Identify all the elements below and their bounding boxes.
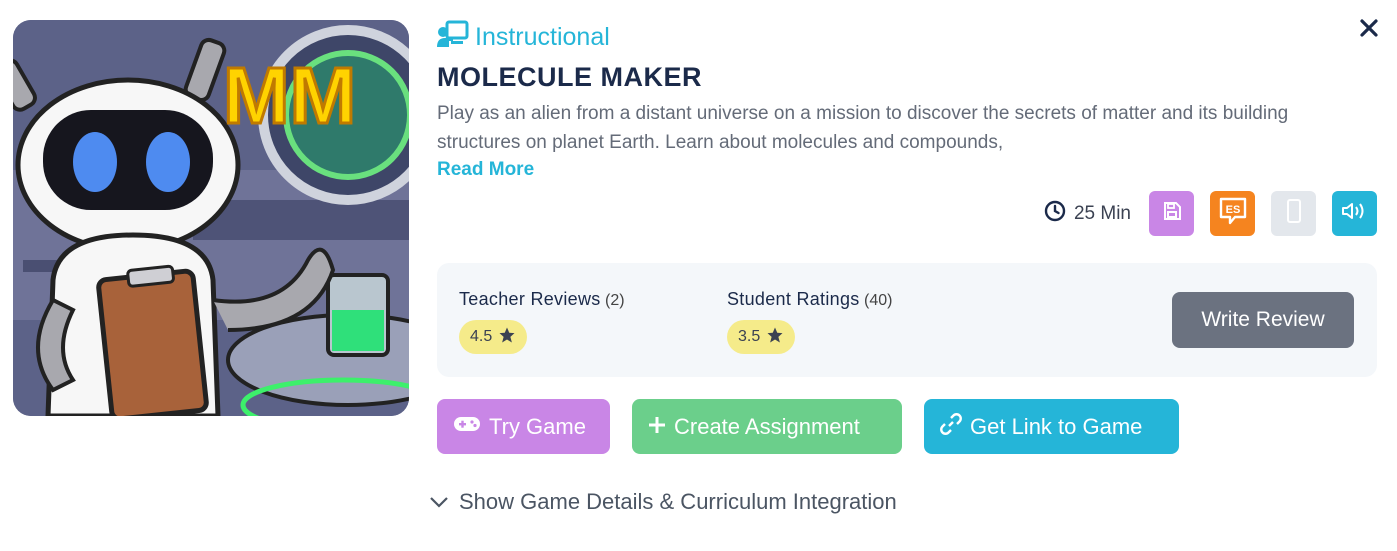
show-details-toggle[interactable]: Show Game Details & Curriculum Integrati…: [429, 489, 897, 515]
gamepad-icon: [453, 414, 481, 440]
write-review-button[interactable]: Write Review: [1172, 292, 1354, 348]
mobile-feature-badge: [1271, 191, 1316, 236]
teacher-board-icon: [437, 20, 469, 55]
audio-icon: [1341, 200, 1369, 227]
link-icon: [940, 412, 962, 441]
read-more-link[interactable]: Read More: [437, 159, 534, 181]
student-rating-badge: 3.5: [727, 320, 796, 354]
duration: 25 Min: [1044, 200, 1131, 228]
close-icon[interactable]: [1357, 16, 1381, 40]
teacher-reviews-label: Teacher Reviews: [459, 289, 601, 309]
mobile-icon: [1286, 199, 1302, 228]
chevron-down-icon: [429, 489, 449, 515]
spanish-feature-badge: ES: [1210, 191, 1255, 236]
try-game-button[interactable]: Try Game: [437, 399, 610, 454]
save-icon: [1161, 200, 1183, 227]
show-details-label: Show Game Details & Curriculum Integrati…: [459, 489, 897, 514]
audio-feature-badge: [1332, 191, 1377, 236]
game-description: Play as an alien from a distant universe…: [437, 103, 1289, 153]
star-icon: [498, 326, 516, 349]
reviews-panel: Teacher Reviews (2) 4.5 Student Ratings …: [437, 263, 1377, 377]
game-title: MOLECULE MAKER: [437, 62, 702, 92]
es-label: ES: [1225, 204, 1240, 216]
game-thumbnail: MM: [13, 20, 409, 416]
thumbnail-logo-text: MM: [223, 51, 356, 140]
get-link-button[interactable]: Get Link to Game: [924, 399, 1179, 454]
game-detail-modal: MM Instructional MOLECULE MAKER Play as …: [0, 0, 1397, 551]
teacher-reviews: Teacher Reviews (2) 4.5: [459, 289, 625, 354]
clock-icon: [1044, 200, 1066, 228]
teacher-rating-value: 4.5: [470, 328, 493, 345]
game-meta: 25 Min ES: [1044, 191, 1377, 236]
category-text: Instructional: [475, 23, 610, 51]
create-assignment-label: Create Assignment: [674, 413, 860, 439]
spanish-es-icon: ES: [1218, 196, 1248, 231]
student-ratings: Student Ratings (40) 3.5: [727, 289, 893, 354]
student-ratings-count: (40): [864, 292, 893, 309]
category-label: Instructional: [437, 20, 610, 55]
try-game-label: Try Game: [489, 413, 586, 439]
action-buttons: Try Game Create Assignment Get Link to G…: [437, 399, 1179, 454]
duration-text: 25 Min: [1073, 202, 1131, 224]
student-rating-value: 3.5: [738, 328, 761, 345]
plus-icon: [648, 414, 666, 440]
teacher-rating-badge: 4.5: [459, 320, 528, 354]
student-ratings-label: Student Ratings: [727, 289, 860, 309]
star-icon: [766, 326, 784, 349]
save-feature-badge: [1149, 191, 1194, 236]
get-link-label: Get Link to Game: [970, 413, 1143, 439]
teacher-reviews-count: (2): [605, 292, 625, 309]
create-assignment-button[interactable]: Create Assignment: [632, 399, 902, 454]
